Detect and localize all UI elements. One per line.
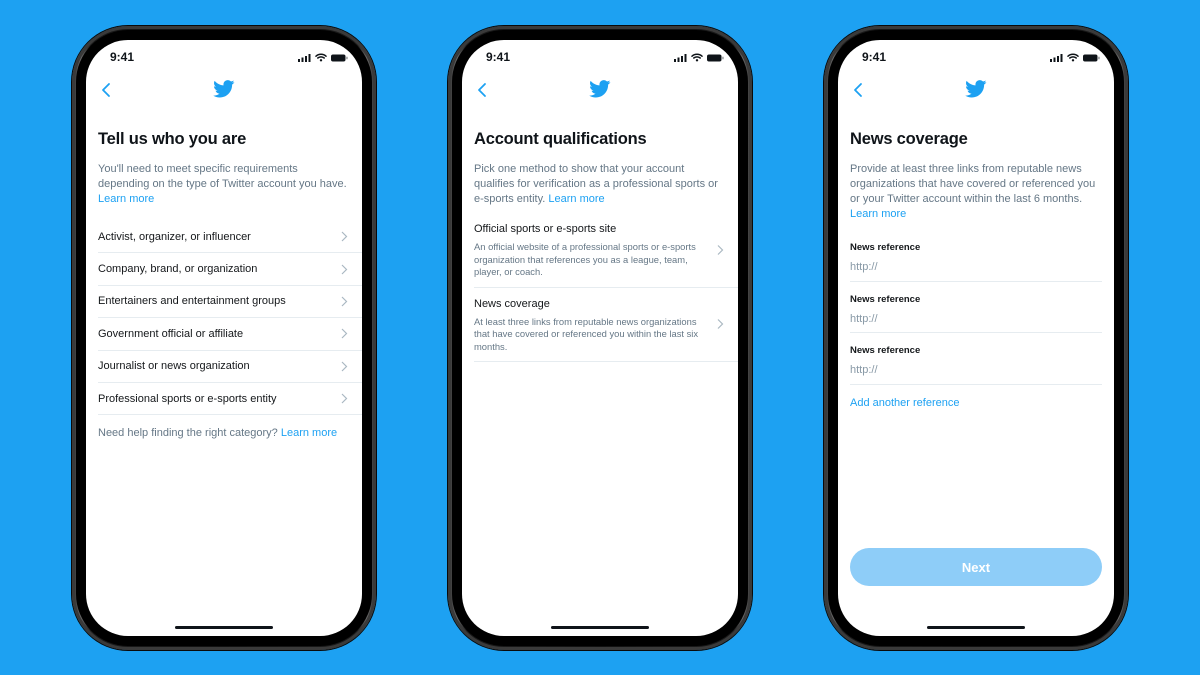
content: News coverage Provide at least three lin…	[850, 130, 1114, 409]
learn-more-link[interactable]: Learn more	[548, 193, 604, 205]
news-reference-field-1: News reference	[850, 230, 1102, 282]
status-time: 9:41	[862, 50, 887, 64]
content: Account qualifications Pick one method t…	[474, 130, 738, 362]
screen-who-you-are: 9:41 Tell us who you are You'll need to …	[86, 40, 362, 636]
status-bar: 9:41	[462, 40, 738, 74]
help-learn-more-link[interactable]: Learn more	[281, 427, 337, 439]
battery-icon	[1083, 54, 1100, 61]
phone-frame-account-qualifications: 9:41 Account qualifications Pick one met…	[448, 26, 752, 650]
news-reference-field-3: News reference	[850, 333, 1102, 385]
twitter-bird-icon	[965, 80, 987, 98]
page-title: Tell us who you are	[98, 130, 247, 148]
chevron-right-icon	[341, 361, 348, 372]
help-text: Need help finding the right category? Le…	[98, 427, 338, 440]
back-chevron-icon[interactable]	[852, 82, 866, 98]
twitter-bird-icon	[589, 80, 611, 98]
category-government[interactable]: Government official or affiliate	[98, 318, 362, 351]
page-title: News coverage	[850, 130, 968, 148]
nav-bar	[86, 76, 362, 102]
back-chevron-icon[interactable]	[100, 82, 114, 98]
home-indicator	[175, 626, 273, 629]
nav-bar	[838, 76, 1114, 102]
news-reference-input-2[interactable]	[850, 312, 1102, 325]
wifi-icon	[315, 53, 327, 62]
next-button[interactable]: Next	[850, 548, 1102, 586]
phone-frame-who-you-are: 9:41 Tell us who you are You'll need to …	[72, 26, 376, 650]
category-list: Activist, organizer, or influencer Compa…	[98, 221, 362, 416]
chevron-right-icon	[341, 231, 348, 242]
chevron-right-icon	[717, 319, 724, 330]
home-indicator	[927, 626, 1025, 629]
option-news-coverage[interactable]: News coverage At least three links from …	[474, 288, 738, 362]
category-journalist[interactable]: Journalist or news organization	[98, 351, 362, 383]
chevron-right-icon	[341, 393, 348, 404]
news-reference-field-2: News reference	[850, 282, 1102, 333]
content: Tell us who you are You'll need to meet …	[98, 130, 362, 439]
option-official-site[interactable]: Official sports or e-sports site An offi…	[474, 213, 738, 288]
news-reference-input-1[interactable]	[850, 261, 1102, 273]
page-description: Pick one method to show that your accoun…	[474, 163, 718, 205]
learn-more-link[interactable]: Learn more	[98, 193, 154, 205]
field-label: News reference	[850, 345, 921, 356]
field-label: News reference	[850, 242, 921, 253]
phone-frame-news-coverage: 9:41 News coverage Provide at least thre…	[824, 26, 1128, 650]
chevron-right-icon	[717, 244, 724, 255]
category-activist[interactable]: Activist, organizer, or influencer	[98, 221, 362, 254]
battery-icon	[707, 54, 724, 61]
news-reference-input-3[interactable]	[850, 364, 1102, 376]
learn-more-link[interactable]: Learn more	[850, 208, 906, 220]
status-time: 9:41	[110, 50, 135, 64]
wifi-icon	[691, 53, 703, 62]
option-title: Official sports or e-sports site	[474, 223, 617, 235]
battery-icon	[331, 54, 348, 61]
option-subtitle: At least three links from reputable news…	[474, 315, 699, 352]
option-subtitle: An official website of a professional sp…	[474, 241, 696, 277]
nav-bar	[462, 76, 738, 102]
category-entertainers[interactable]: Entertainers and entertainment groups	[98, 286, 362, 319]
option-title: News coverage	[474, 297, 550, 310]
page-description: Provide at least three links from reputa…	[850, 163, 1096, 220]
screen-account-qualifications: 9:41 Account qualifications Pick one met…	[462, 40, 738, 636]
page-title: Account qualifications	[474, 130, 647, 148]
page-description: You'll need to meet specific requirement…	[98, 163, 347, 205]
signal-icon	[674, 53, 687, 62]
back-chevron-icon[interactable]	[476, 82, 490, 98]
home-indicator	[551, 626, 649, 629]
status-bar: 9:41	[86, 40, 362, 74]
category-sports[interactable]: Professional sports or e-sports entity	[98, 383, 362, 416]
screen-news-coverage: 9:41 News coverage Provide at least thre…	[838, 40, 1114, 636]
field-label: News reference	[850, 293, 921, 305]
signal-icon	[298, 53, 311, 62]
category-company[interactable]: Company, brand, or organization	[98, 253, 362, 286]
status-bar: 9:41	[838, 40, 1114, 74]
signal-icon	[1050, 53, 1063, 62]
method-list: Official sports or e-sports site An offi…	[474, 213, 738, 362]
status-time: 9:41	[486, 50, 511, 64]
wifi-icon	[1067, 53, 1079, 62]
chevron-right-icon	[341, 264, 348, 275]
chevron-right-icon	[341, 296, 348, 307]
reference-fields: News reference News reference News refer…	[850, 230, 1114, 385]
chevron-right-icon	[341, 328, 348, 339]
add-another-reference-link[interactable]: Add another reference	[850, 397, 1114, 409]
twitter-bird-icon	[213, 80, 235, 98]
